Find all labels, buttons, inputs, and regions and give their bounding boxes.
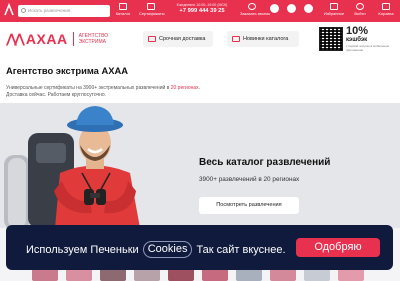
desc-line2: Доставка сейчас. Работаем круглосуточно. [6, 92, 107, 98]
phone-hours: Ежедневно 10:00–19:00 (МСК) [176, 3, 228, 7]
cookie-accept-button[interactable]: Одобряю [296, 238, 380, 257]
whatsapp-icon[interactable] [304, 4, 313, 13]
catalog-icon [119, 3, 127, 10]
brand-logo[interactable]: ⋀⋀ АХАА Агентство экстрима [6, 31, 119, 47]
user-icon [356, 3, 364, 10]
nav-certificates[interactable]: Сертификаты [139, 3, 165, 20]
cookies-link[interactable]: Cookies [142, 241, 193, 258]
desc-prefix: Универсальные сертификаты на 3900+ экстр… [6, 85, 171, 91]
brand-name: АХАА [25, 31, 68, 47]
nav-certificates-label: Сертификаты [139, 11, 165, 16]
cookie-message: Используем Печеньки Cookies Так сайт вку… [26, 241, 286, 258]
promo-note: с первой покупки в мобильном приложении [346, 44, 389, 52]
search-placeholder: Искать развлечения [28, 8, 71, 13]
nav-catalog-label: Каталог [115, 11, 131, 16]
favorites-label: Избранное [323, 11, 345, 16]
brand-divider [72, 32, 74, 46]
cashback-promo[interactable]: 10% кэшбэк с первой покупки в мобильном … [346, 25, 396, 53]
certificate-icon [147, 3, 155, 10]
brand-mark-icon: ⋀⋀ [6, 31, 25, 46]
page-title: Агентство экстрима АХАА [6, 65, 129, 76]
nav-login[interactable]: Войти [348, 3, 372, 20]
nav-catalog[interactable]: Каталог [111, 3, 135, 20]
desc-regions-link[interactable]: 20 регионах [171, 85, 199, 91]
top-bar: Искать развлечения Каталог Сертификаты Е… [0, 0, 400, 22]
hero-heading: Весь каталог развлечений [199, 157, 331, 168]
delivery-button[interactable]: Срочная доставка [143, 31, 213, 47]
promo-word: кэшбэк [346, 37, 368, 43]
brand-subtitle: Агентство экстрима [78, 33, 109, 45]
login-label: Войти [354, 11, 366, 16]
nav-cart[interactable]: Корзина [374, 3, 398, 20]
telegram-icon[interactable] [287, 4, 296, 13]
page-description: Универсальные сертификаты на 3900+ экстр… [6, 85, 246, 99]
promo-percent: 10% [346, 25, 369, 37]
vk-icon[interactable] [270, 4, 279, 13]
cart-label: Корзина [378, 11, 394, 16]
callback-label: Заказать звонок [240, 11, 270, 16]
news-label: Новинки каталога [243, 36, 289, 42]
cart-icon [382, 3, 390, 10]
hero-traveler-image [4, 106, 140, 228]
callback-button[interactable]: Заказать звонок [240, 3, 270, 20]
cookie-text-before: Используем Печеньки [26, 243, 139, 256]
gift-icon [232, 36, 240, 42]
delivery-label: Срочная доставка [159, 36, 206, 42]
news-button[interactable]: Новинки каталога [227, 31, 299, 47]
search-input[interactable]: Искать развлечения [18, 5, 110, 17]
heart-icon [330, 3, 338, 10]
search-icon [21, 8, 26, 13]
nav-favorites[interactable]: Избранное [322, 3, 346, 20]
view-catalog-button[interactable]: Посмотреть развлечения [199, 197, 299, 214]
cookie-text-after: Так сайт вкуснее. [196, 243, 286, 256]
logo-icon[interactable] [4, 3, 14, 17]
phone-icon [248, 3, 256, 10]
phone-number[interactable]: +7 999 444 39 25 [176, 8, 228, 14]
truck-icon [148, 36, 156, 42]
hero-subheading: 3900+ развлечений в 20 регионах [199, 176, 300, 183]
phone-block[interactable]: Ежедневно 10:00–19:00 (МСК) +7 999 444 3… [176, 3, 228, 19]
qr-code [319, 27, 343, 51]
desc-suffix: . [198, 85, 201, 91]
